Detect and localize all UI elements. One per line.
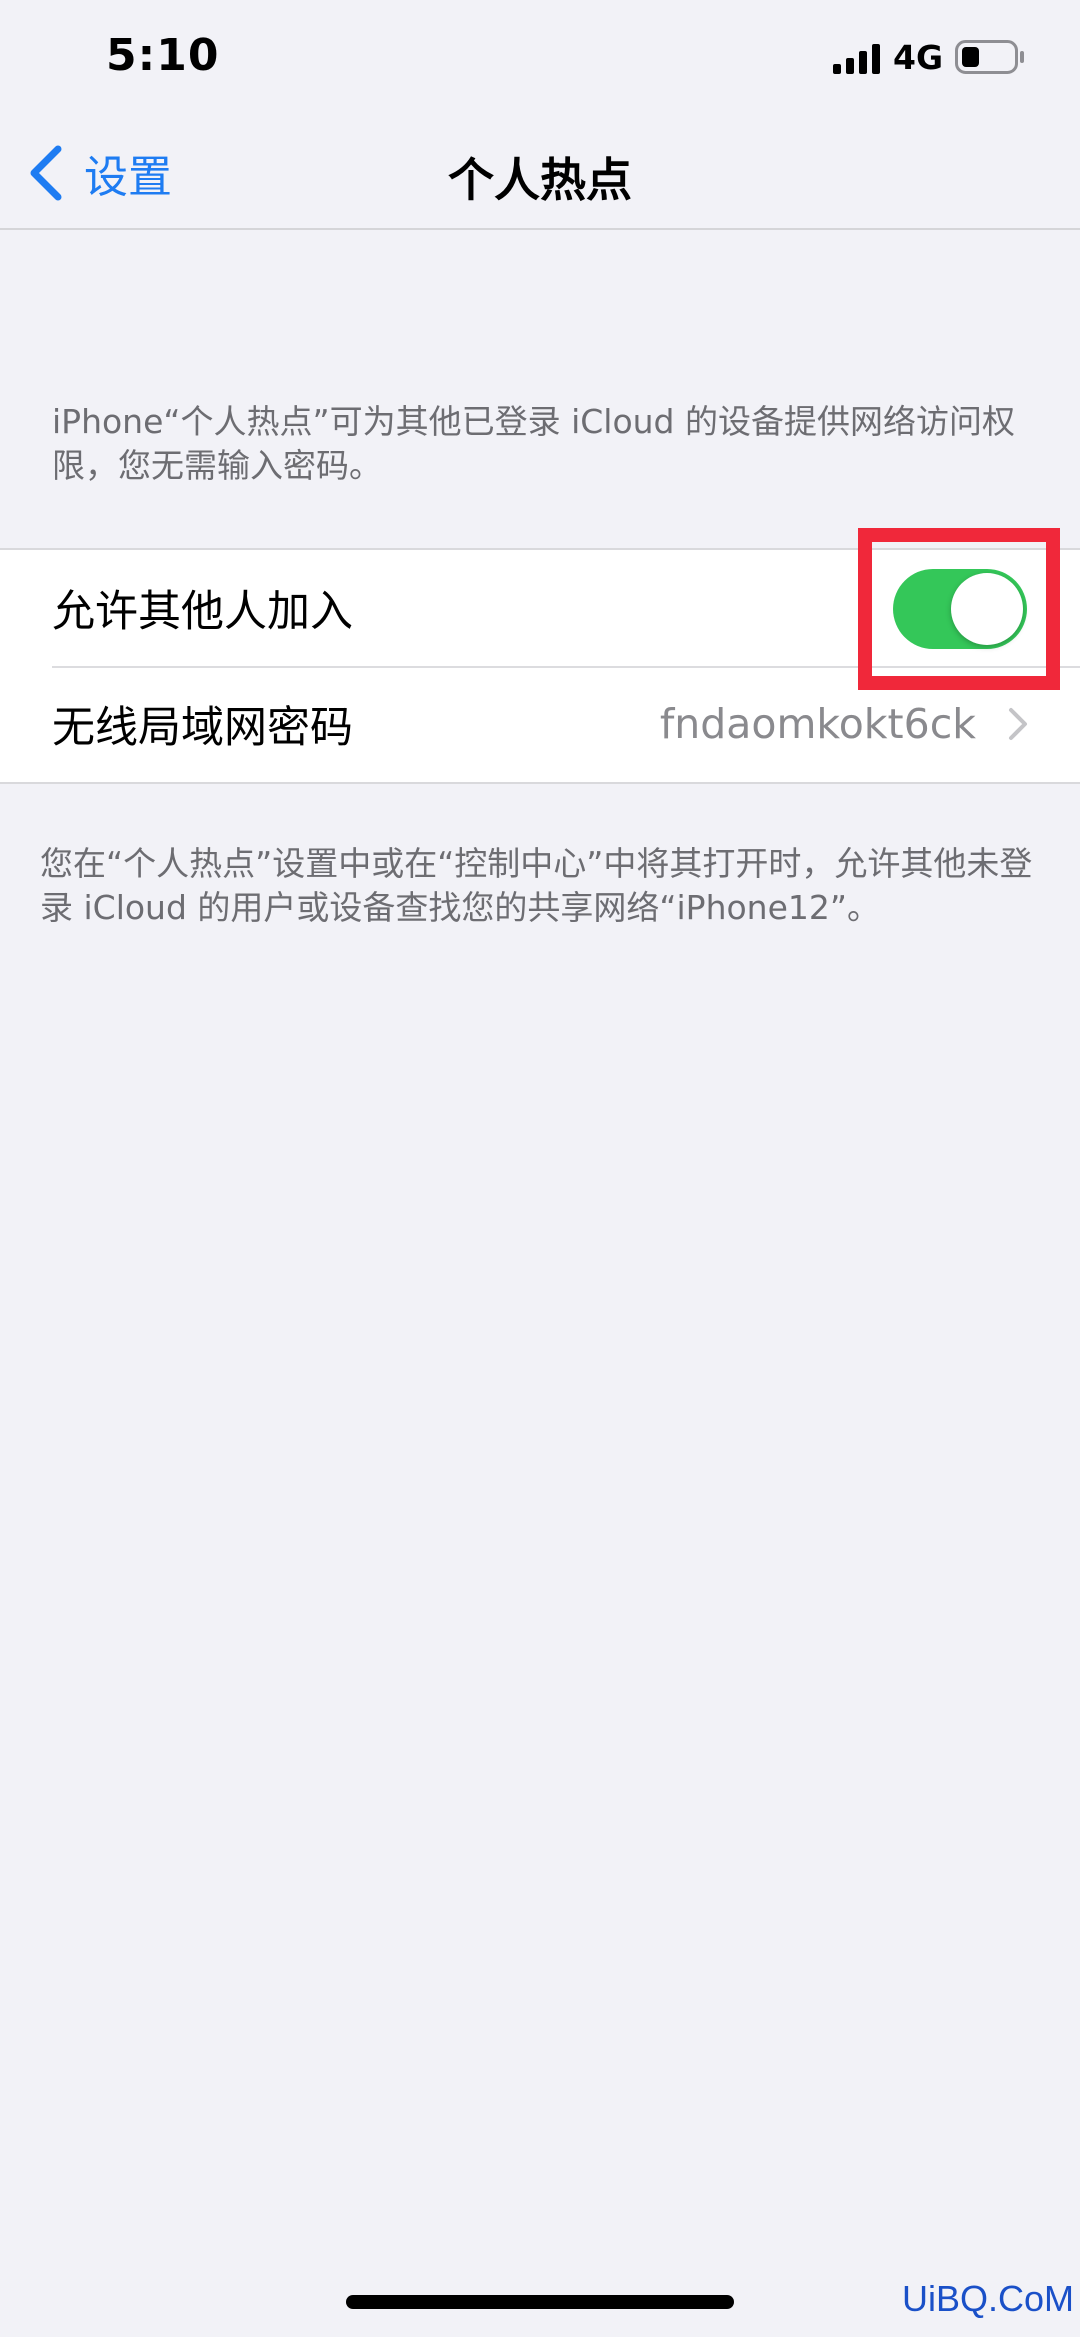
hotspot-footer-note: 您在“个人热点”设置中或在“控制中心”中将其打开时，允许其他未登录 iCloud… bbox=[40, 844, 1033, 927]
home-indicator[interactable] bbox=[346, 2295, 734, 2309]
battery-low-icon bbox=[955, 40, 1024, 74]
allow-others-label: 允许其他人加入 bbox=[52, 587, 353, 637]
wifi-password-value: fndaomkokt6ck bbox=[659, 700, 976, 748]
wifi-password-label: 无线局域网密码 bbox=[52, 703, 353, 753]
cellular-signal-icon bbox=[833, 44, 880, 74]
network-type: 4G bbox=[893, 38, 944, 77]
chevron-right-icon bbox=[1009, 708, 1027, 740]
status-time: 5:10 bbox=[106, 30, 220, 81]
highlight-box bbox=[858, 528, 1060, 690]
page-title: 个人热点 bbox=[448, 153, 632, 207]
navigation-bar: 设置 个人热点 bbox=[0, 118, 1080, 230]
watermark: UiBQ.CoM bbox=[901, 2278, 1074, 2319]
hotspot-description: iPhone“个人热点”可为其他已登录 iCloud 的设备提供网络访问权限，您… bbox=[52, 402, 1015, 485]
status-bar: 5:10 4G bbox=[0, 0, 1080, 118]
